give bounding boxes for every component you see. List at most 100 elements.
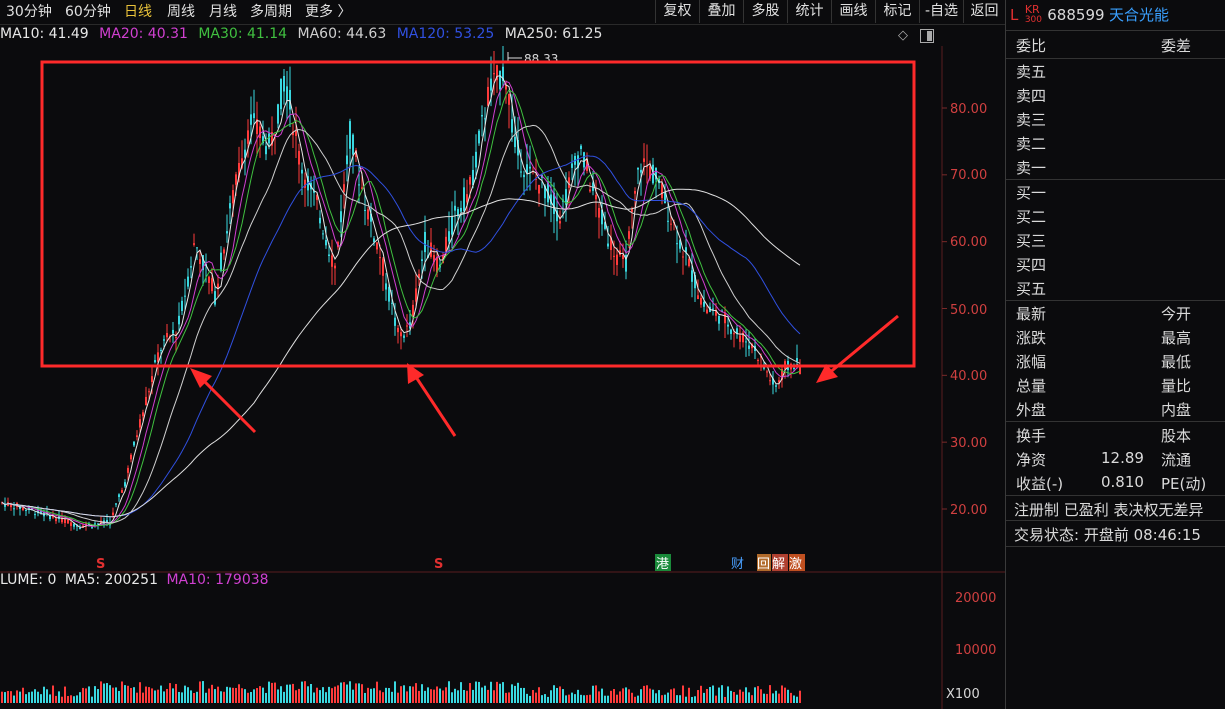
candle-body (769, 380, 771, 382)
volume-bar (67, 696, 69, 703)
mark-button[interactable]: 标记 (875, 0, 919, 23)
overlay-button[interactable]: 叠加 (699, 0, 743, 23)
volume-bar (28, 692, 30, 703)
volume-bar (775, 690, 777, 703)
period-weekly[interactable]: 周线 (167, 2, 195, 22)
diamond-icon[interactable]: ◇ (898, 29, 912, 43)
volume-bar (427, 687, 429, 703)
candle-body (298, 150, 300, 165)
arrow-annotation-right (816, 314, 899, 383)
candle-body (487, 86, 489, 106)
volume-bar (271, 682, 273, 703)
statistics-button[interactable]: 统计 (787, 0, 831, 23)
volume-bar (61, 696, 63, 703)
candle-body (796, 358, 798, 362)
period-more[interactable]: 更多 〉 (305, 2, 351, 22)
volume-bar (433, 689, 435, 703)
candlestick-chart[interactable]: 80.00 70.00 60.00 50.00 40.00 30.00 20.0… (0, 46, 1005, 709)
volume-bar (226, 686, 228, 703)
period-multi[interactable]: 多周期 (250, 2, 292, 22)
volume-bar (346, 684, 348, 703)
volume-bar (253, 689, 255, 703)
volume-bar (724, 696, 726, 703)
volume-ratio-label: 量比 (1161, 377, 1192, 395)
volume-bar (637, 695, 639, 703)
volume-bar (652, 689, 654, 703)
event-marker-hk[interactable]: 港 (656, 557, 669, 572)
volume-bar (577, 689, 579, 703)
volume-bar (463, 690, 465, 703)
high-label: 最高 (1161, 329, 1192, 347)
volume-bar (553, 685, 555, 703)
candle-body (154, 360, 156, 363)
volume-bar (295, 690, 297, 703)
volume-bar (673, 688, 675, 703)
candle-body (766, 371, 768, 373)
multi-stock-button[interactable]: 多股 (743, 0, 787, 23)
event-marker-s2[interactable]: S (434, 557, 443, 572)
volume-bar (508, 692, 510, 703)
volume-bar (430, 689, 432, 703)
ma120-label: MA120: 53.25 (396, 26, 495, 42)
back-button[interactable]: 返回 (963, 0, 1005, 23)
candle-body (703, 301, 705, 307)
candle-body (481, 115, 483, 117)
watchlist-button[interactable]: -自选 (919, 0, 963, 23)
volume-bar (661, 695, 663, 703)
candle-body (640, 169, 642, 173)
volume-bar (793, 695, 795, 703)
candle-body (265, 146, 267, 155)
event-markers: S S 港 财 回 解 激 (96, 554, 805, 572)
volume-bar (757, 686, 759, 703)
net-assets-label: 净资 (1016, 451, 1047, 469)
volume-bar (172, 688, 174, 703)
float-shares-label: 流通 (1161, 451, 1192, 469)
candle-body (115, 503, 117, 505)
volume-bar (409, 686, 411, 703)
volume-bar (358, 683, 360, 703)
volume-tick-20000: 20000 (955, 591, 996, 606)
sell1-label: 卖一 (1016, 159, 1047, 177)
volume-bar (109, 685, 111, 703)
event-marker-repurchase[interactable]: 回 (757, 557, 770, 572)
volume-bar (400, 686, 402, 703)
event-marker-unlock[interactable]: 解 (772, 557, 785, 572)
period-daily[interactable]: 日线 (124, 2, 152, 22)
period-30min[interactable]: 30分钟 (6, 2, 52, 22)
volume-bar (532, 690, 534, 703)
price-tick-40: 40.00 (950, 369, 987, 384)
volume-bar (541, 695, 543, 703)
volume-bar (64, 686, 66, 703)
volume-bar (124, 685, 126, 703)
volume-bar (787, 689, 789, 703)
candle-body (145, 396, 147, 406)
period-monthly[interactable]: 月线 (209, 2, 237, 22)
candle-body (595, 194, 597, 200)
candle-body (712, 308, 714, 310)
volume-bar (760, 689, 762, 703)
event-marker-incentive[interactable]: 激 (789, 557, 802, 572)
event-marker-finance[interactable]: 财 (731, 557, 744, 572)
bid-diff-label: 委差 (1161, 37, 1192, 55)
stock-name[interactable]: 天合光能 (1109, 6, 1169, 24)
adjust-button[interactable]: 复权 (655, 0, 699, 23)
volume-bar (88, 686, 90, 703)
volume-bar (115, 687, 117, 703)
latest-label: 最新 (1016, 305, 1047, 323)
volume-bar (325, 692, 327, 703)
volume-bar (55, 695, 57, 703)
volume-bar (25, 694, 27, 703)
candle-body (511, 119, 513, 133)
candle-body (718, 315, 720, 324)
volume-bar (667, 692, 669, 703)
volume-bar (388, 688, 390, 703)
volume-bar (304, 681, 306, 703)
candle-body (469, 177, 471, 185)
draw-line-button[interactable]: 画线 (831, 0, 875, 23)
panel-toggle-icon[interactable] (920, 29, 934, 43)
volume-bar (100, 681, 102, 703)
sell2-label: 卖二 (1016, 135, 1047, 153)
volume-bar (10, 691, 12, 703)
period-60min[interactable]: 60分钟 (65, 2, 111, 22)
event-marker-s1[interactable]: S (96, 557, 105, 572)
